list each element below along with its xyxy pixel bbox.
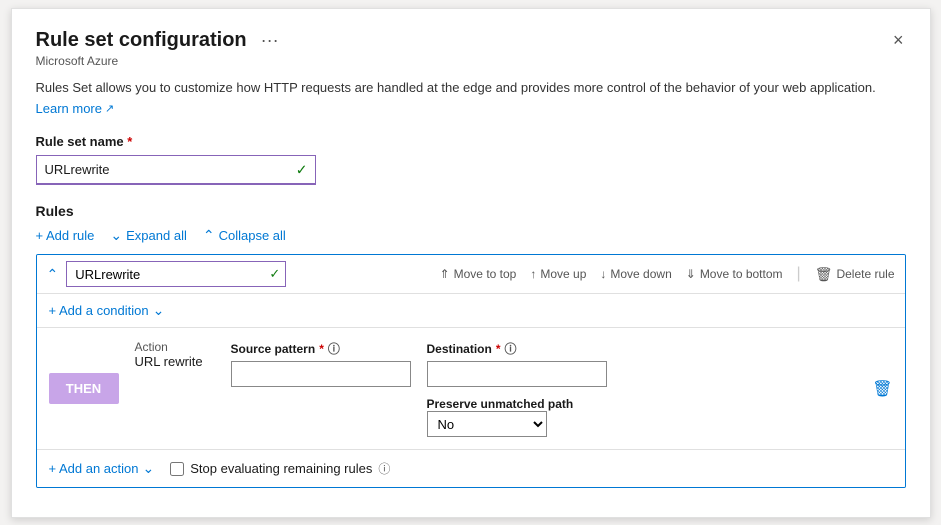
header-left: Rule set configuration ··· xyxy=(36,29,283,52)
destination-group: Destination * ⓘ Preserve unmatched path … xyxy=(427,340,607,437)
rules-section-title: Rules xyxy=(36,203,906,219)
collapse-all-button[interactable]: Collapse all xyxy=(203,227,286,244)
stop-evaluate-info-icon[interactable]: ⓘ xyxy=(378,460,390,477)
rules-section: Rules + Add rule Expand all Collapse all xyxy=(36,203,906,488)
move-to-bottom-icon xyxy=(686,267,696,281)
ellipsis-button[interactable]: ··· xyxy=(257,30,283,51)
preserve-path-group: Preserve unmatched path No Yes xyxy=(427,397,607,437)
move-to-top-button[interactable]: Move to top xyxy=(440,267,517,281)
delete-action-button[interactable]: 🗑 xyxy=(872,379,892,399)
divider: | xyxy=(797,265,801,283)
move-up-icon xyxy=(530,267,536,281)
move-to-top-icon xyxy=(440,267,450,281)
then-badge: THEN xyxy=(49,373,119,404)
source-pattern-label: Source pattern * ⓘ xyxy=(231,340,411,357)
input-valid-checkmark: ✓ xyxy=(296,162,308,179)
add-action-button[interactable]: + Add an action xyxy=(49,460,155,477)
delete-action-icon: 🗑 xyxy=(872,381,892,398)
condition-row: + Add a condition xyxy=(37,294,905,328)
move-down-button[interactable]: Move down xyxy=(600,267,671,281)
source-pattern-group: Source pattern * ⓘ xyxy=(231,340,411,387)
rule-set-name-input[interactable] xyxy=(36,155,316,185)
rule-set-configuration-panel: Rule set configuration ··· × Microsoft A… xyxy=(11,8,931,518)
action-label: Action xyxy=(135,340,215,354)
collapse-all-chevron-icon xyxy=(203,227,215,244)
rule-actions: Move to top Move up Move down Move to bo… xyxy=(440,265,895,283)
move-down-icon xyxy=(600,267,606,281)
delete-rule-button[interactable]: 🗑 Delete rule xyxy=(815,266,895,283)
stop-evaluate-group: Stop evaluating remaining rules ⓘ xyxy=(170,460,390,477)
panel-title: Rule set configuration xyxy=(36,29,247,52)
description-text: Rules Set allows you to customize how HT… xyxy=(36,78,906,98)
move-up-button[interactable]: Move up xyxy=(530,267,586,281)
action-value: URL rewrite xyxy=(135,354,215,369)
stop-evaluate-checkbox[interactable] xyxy=(170,462,184,476)
rule-name-input[interactable] xyxy=(66,261,286,287)
close-button[interactable]: × xyxy=(891,30,906,51)
rule-set-name-label: Rule set name * xyxy=(36,134,906,149)
learn-more-link[interactable]: Learn more ↗ xyxy=(36,101,115,116)
rules-toolbar: + Add rule Expand all Collapse all xyxy=(36,227,906,244)
rule-name-wrapper: ✓ xyxy=(66,261,286,287)
add-action-chevron-icon xyxy=(143,460,155,477)
rule-set-name-input-wrapper: ✓ xyxy=(36,155,316,185)
destination-label: Destination * ⓘ xyxy=(427,340,607,357)
preserve-path-select[interactable]: No Yes xyxy=(427,411,547,437)
panel-subtitle: Microsoft Azure xyxy=(36,54,906,68)
rule-box: ✓ Move to top Move up Move down xyxy=(36,254,906,488)
required-marker: * xyxy=(127,134,132,149)
panel-header: Rule set configuration ··· × xyxy=(36,29,906,52)
destination-info-icon[interactable]: ⓘ xyxy=(505,340,517,357)
then-section: THEN Action URL rewrite Source pattern *… xyxy=(37,328,905,449)
source-pattern-input[interactable] xyxy=(231,361,411,387)
expand-all-chevron-icon xyxy=(110,227,122,244)
add-condition-chevron-icon xyxy=(153,302,165,319)
add-rule-button[interactable]: + Add rule xyxy=(36,228,95,243)
dest-required-marker: * xyxy=(496,342,501,356)
rule-collapse-button[interactable] xyxy=(47,266,59,283)
then-row: THEN Action URL rewrite Source pattern *… xyxy=(49,340,893,437)
external-link-icon: ↗ xyxy=(105,102,114,115)
stop-evaluate-label: Stop evaluating remaining rules xyxy=(190,461,372,476)
action-info: Action URL rewrite xyxy=(135,340,215,369)
preserve-path-label: Preserve unmatched path xyxy=(427,397,607,411)
rule-collapse-icon xyxy=(47,266,59,283)
rule-name-valid-icon: ✓ xyxy=(269,266,280,282)
expand-all-button[interactable]: Expand all xyxy=(110,227,186,244)
rule-set-name-field: Rule set name * ✓ xyxy=(36,134,906,185)
rule-header: ✓ Move to top Move up Move down xyxy=(37,255,905,294)
source-required-marker: * xyxy=(319,342,324,356)
delete-icon: 🗑 xyxy=(815,266,833,283)
source-info-icon[interactable]: ⓘ xyxy=(328,340,340,357)
footer-row: + Add an action Stop evaluating remainin… xyxy=(37,449,905,487)
destination-input[interactable] xyxy=(427,361,607,387)
add-condition-button[interactable]: + Add a condition xyxy=(49,302,165,319)
move-to-bottom-button[interactable]: Move to bottom xyxy=(686,267,783,281)
